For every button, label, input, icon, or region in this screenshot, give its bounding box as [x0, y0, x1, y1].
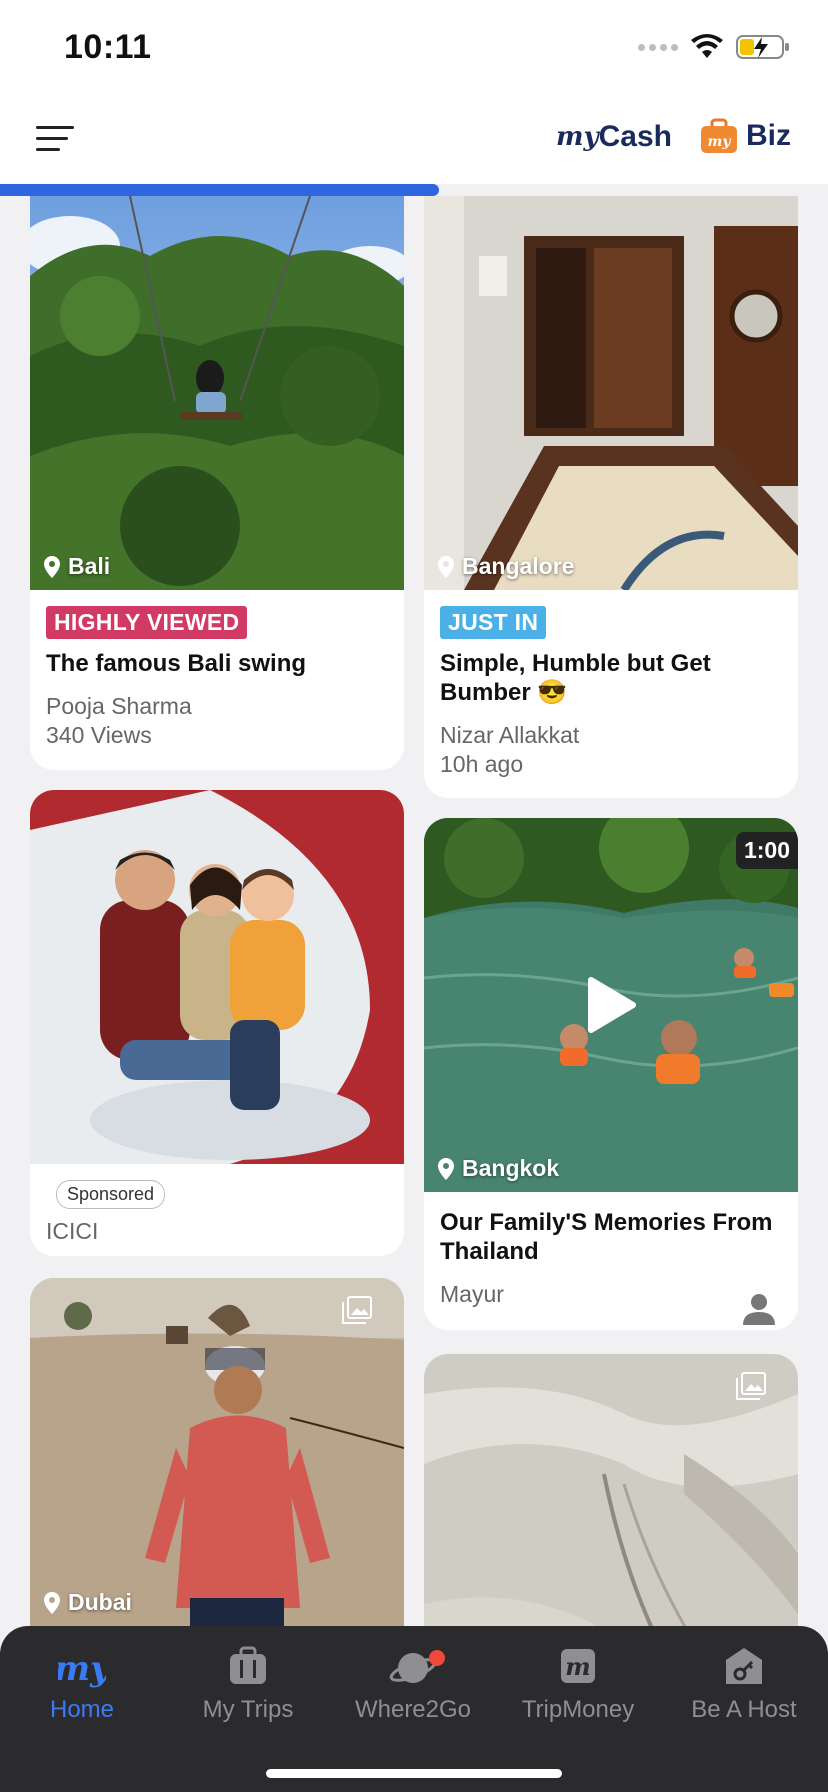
video-thumbnail[interactable]: 1:00 Bangkok	[424, 818, 798, 1192]
mycash-label: Cash	[598, 120, 672, 153]
svg-text:my: my	[58, 1649, 106, 1689]
mycash-button[interactable]: my Cash	[556, 120, 672, 154]
wifi-icon	[691, 34, 723, 58]
video-duration: 1:00	[735, 832, 798, 869]
sponsored-card-icici[interactable]: Sponsored ICICI	[30, 790, 404, 1256]
post-card-bali[interactable]: Bali HIGHLY VIEWED The famous Bali swing…	[30, 196, 404, 770]
loading-progress-bar	[0, 184, 828, 196]
post-views: 340 Views	[46, 722, 152, 748]
battery-charging-icon	[736, 35, 789, 59]
post-title[interactable]: Our Family'S Memories From Thailand	[440, 1208, 782, 1266]
briefcase-icon: my	[701, 118, 737, 153]
post-image-dubai[interactable]: Dubai	[30, 1278, 404, 1626]
location-name: Dubai	[68, 1589, 132, 1615]
post-card-bangalore[interactable]: Bangalore JUST IN Simple, Humble but Get…	[424, 196, 798, 798]
post-card-dubai[interactable]: Dubai	[30, 1278, 404, 1626]
status-icons	[638, 34, 790, 60]
tripmoney-icon: m	[561, 1649, 595, 1683]
gallery-icon	[342, 1296, 372, 1324]
post-image-bali[interactable]: Bali	[30, 196, 404, 590]
post-image-gallery[interactable]	[424, 1354, 798, 1626]
tab-my-trips-label: My Trips	[202, 1696, 294, 1723]
host-key-icon	[726, 1648, 762, 1684]
location-label: Dubai	[44, 1589, 132, 1616]
location-name: Bangalore	[462, 553, 575, 579]
status-time: 10:11	[64, 28, 152, 66]
tab-home-label: Home	[49, 1696, 115, 1723]
home-my-logo-icon: my	[58, 1649, 106, 1689]
post-time: 10h ago	[440, 751, 524, 777]
post-author: Pooja Sharma	[46, 693, 192, 719]
advertiser-name: ICICI	[46, 1218, 99, 1244]
post-author-row: Mayur	[424, 1280, 798, 1325]
tab-be-a-host-label: Be A Host	[691, 1696, 797, 1723]
tab-be-a-host[interactable]: Be A Host	[664, 1642, 824, 1724]
just-in-badge: JUST IN	[440, 606, 547, 639]
planet-icon	[389, 1653, 437, 1683]
hamburger-menu-icon[interactable]	[36, 126, 74, 152]
post-title[interactable]: Simple, Humble but Get Bumber 😎	[440, 649, 782, 707]
status-bar: 10:11	[0, 0, 828, 96]
location-pin-icon	[438, 555, 454, 578]
tab-tripmoney-label: TripMoney	[521, 1696, 635, 1723]
sponsored-image[interactable]	[30, 790, 404, 1164]
location-label: Bangalore	[438, 553, 574, 580]
post-title[interactable]: The famous Bali swing	[46, 649, 388, 678]
biz-button[interactable]: my Biz	[700, 118, 791, 154]
bottom-tab-bar: my Home My Trips Where2Go m TripMoney	[0, 1626, 828, 1792]
tab-tripmoney[interactable]: m TripMoney	[498, 1642, 658, 1724]
post-image-bangalore[interactable]: Bangalore	[424, 196, 798, 590]
post-card-gallery[interactable]	[424, 1354, 798, 1626]
video-card-bangkok[interactable]: 1:00 Bangkok Our Family'S Memories From …	[424, 818, 798, 1330]
post-author: Mayur	[440, 1281, 504, 1307]
svg-text:my: my	[708, 134, 732, 150]
tab-where2go[interactable]: Where2Go	[333, 1642, 493, 1724]
biz-label: Biz	[746, 119, 791, 152]
tab-home[interactable]: my Home	[2, 1642, 162, 1724]
gallery-icon	[736, 1372, 766, 1400]
location-name: Bangkok	[462, 1155, 560, 1181]
svg-text:m: m	[565, 1652, 590, 1681]
signal-icon	[638, 43, 678, 51]
location-label: Bangkok	[438, 1155, 559, 1182]
home-indicator	[266, 1769, 562, 1778]
location-label: Bali	[44, 553, 110, 580]
app-header: my Cash my Biz	[0, 96, 828, 184]
progress-fill	[0, 184, 439, 196]
feed-grid[interactable]: Bali HIGHLY VIEWED The famous Bali swing…	[0, 196, 828, 1626]
location-pin-icon	[44, 555, 60, 578]
location-pin-icon	[438, 1157, 454, 1180]
tab-where2go-label: Where2Go	[354, 1696, 472, 1723]
sponsored-badge: Sponsored	[56, 1180, 166, 1209]
location-name: Bali	[68, 553, 111, 579]
location-pin-icon	[44, 1591, 60, 1614]
highly-viewed-badge: HIGHLY VIEWED	[46, 606, 248, 639]
mycash-logo: my	[556, 122, 599, 152]
suitcase-icon	[230, 1646, 266, 1684]
notification-dot	[429, 1650, 445, 1666]
user-icon[interactable]	[742, 1292, 776, 1326]
play-icon[interactable]	[585, 976, 637, 1034]
post-author: Nizar Allakkat	[440, 722, 580, 748]
tab-my-trips[interactable]: My Trips	[168, 1642, 328, 1724]
